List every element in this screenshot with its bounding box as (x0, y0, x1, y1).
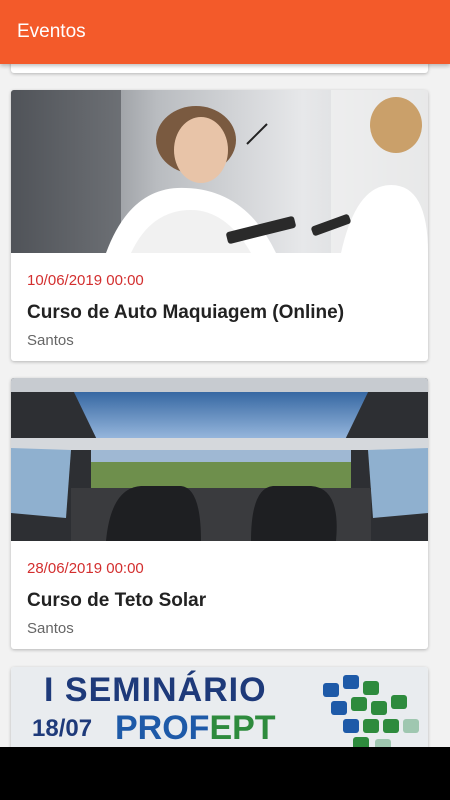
event-card[interactable]: I SEMINÁRIO 18/07 PROFEPT (11, 667, 428, 757)
event-image-seminario-banner: I SEMINÁRIO 18/07 PROFEPT (11, 667, 428, 757)
event-city: Santos (27, 620, 74, 637)
app-title: Eventos (17, 21, 86, 42)
system-navigation-bar (0, 747, 450, 800)
app-bar: Eventos (0, 0, 450, 64)
banner-heading: I SEMINÁRIO (44, 671, 267, 709)
event-date: 10/06/2019 00:00 (27, 272, 144, 289)
event-image-sunroof (11, 378, 428, 541)
event-image-makeup (11, 90, 428, 253)
event-card[interactable]: 28/06/2019 00:00 Curso de Teto Solar San… (11, 378, 428, 649)
event-city: Santos (27, 332, 74, 349)
event-title: Curso de Teto Solar (27, 590, 207, 611)
event-title: Curso de Auto Maquiagem (Online) (27, 302, 345, 323)
event-card[interactable]: 10/06/2019 00:00 Curso de Auto Maquiagem… (11, 90, 428, 361)
event-date: 28/06/2019 00:00 (27, 560, 144, 577)
profept-logo-icon (323, 675, 419, 753)
banner-date: 18/07 (32, 715, 93, 742)
banner-logo-text: PROFEPT (115, 709, 276, 747)
